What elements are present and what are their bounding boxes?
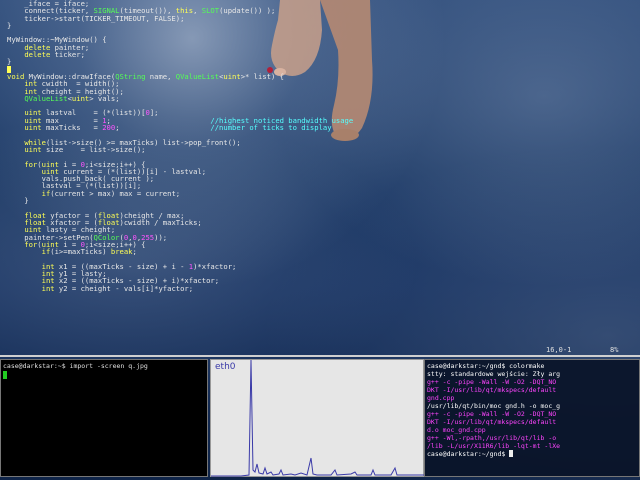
terminal-command: import -screen q.jpg xyxy=(69,362,148,370)
terminal-line: g++ -c -pipe -Wall -W -O2 -DQT_NO xyxy=(427,378,557,386)
vim-ruler: 16,0-1 8% xyxy=(0,346,640,354)
code-lines: _iface = iface; connect(ticker, SIGNAL(t… xyxy=(0,0,640,292)
code-line: if(current > max) max = current; xyxy=(41,188,181,198)
terminal-line: stty: standardowe wejście: Zły arg xyxy=(427,370,561,378)
eth0-traffic-line xyxy=(211,360,425,477)
terminal-line: gnd.cpp xyxy=(427,394,455,402)
eth0-network-graph: eth0 xyxy=(210,359,425,477)
graph-label: eth0 xyxy=(215,362,236,372)
code-line: uint maxTicks = 200; //number of ticks t… xyxy=(24,123,332,133)
terminal-line: /lib -L/usr/X11R6/lib -lqt-mt -lXe xyxy=(427,442,561,450)
terminal-line: /usr/lib/qt/bin/moc gnd.h -o moc_g xyxy=(427,402,561,410)
terminal-line: DKT -I/usr/lib/qt/mkspecs/default xyxy=(427,386,557,394)
terminal-line: DKT -I/usr/lib/qt/mkspecs/default xyxy=(427,418,557,426)
vim-editor[interactable]: _iface = iface; connect(ticker, SIGNAL(t… xyxy=(0,0,640,357)
code-line: } xyxy=(7,57,12,67)
window-divider xyxy=(0,355,640,357)
code-line: delete ticker; xyxy=(24,50,85,60)
scroll-percent: 8% xyxy=(610,346,619,354)
code-line: uint size = list->size(); xyxy=(24,144,146,154)
terminal-right[interactable]: case@darkstar:~/gnd$ colormake stty: stan… xyxy=(424,359,640,477)
terminal-line: g++ -Wl,-rpath,/usr/lib/qt/lib -o xyxy=(427,434,557,442)
terminal-left[interactable]: case@darkstar:~$ import -screen q.jpg xyxy=(0,359,208,477)
code-line: } xyxy=(7,20,12,30)
terminal-cursor xyxy=(509,450,514,457)
cursor-position: 16,0-1 xyxy=(546,346,572,354)
terminal-line: case@darkstar:~/gnd$ colormake xyxy=(427,362,545,370)
code-line: delete painter; xyxy=(24,42,90,52)
terminal-output: case@darkstar:~/gnd$ colormake stty: stan… xyxy=(427,362,637,458)
terminal-line: case@darkstar:~/gnd$ xyxy=(427,450,637,458)
terminal-line: g++ -c -pipe -Wall -W -O2 -DQT_NO xyxy=(427,410,557,418)
terminal-line: d.o moc_gnd.cpp xyxy=(427,426,486,434)
code-line: QValueList<uint> vals; xyxy=(24,93,120,103)
code-line: MyWindow::~MyWindow() { xyxy=(7,35,107,45)
code-line: ticker->start(TICKER_TIMEOUT, FALSE); xyxy=(7,13,185,23)
code-line: } xyxy=(7,196,29,206)
code-line: if(i>=maxTicks) break; xyxy=(41,247,137,257)
eth0-graph-plot xyxy=(211,360,425,477)
terminal-cursor xyxy=(3,371,7,379)
terminal-prompt: case@darkstar:~$ xyxy=(3,362,66,370)
code-line: int y2 = cheight - vals[i]*yfactor; xyxy=(41,283,194,293)
